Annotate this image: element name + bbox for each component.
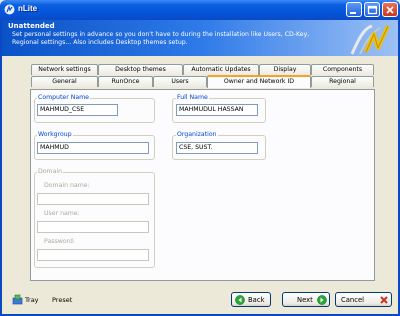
next-button[interactable]: Next <box>282 292 330 307</box>
user-name-input[interactable] <box>37 221 149 233</box>
window-title: nLite <box>18 4 38 13</box>
tab-components[interactable]: Components <box>311 64 374 75</box>
tab-desktop-themes[interactable]: Desktop themes <box>98 64 183 75</box>
full-name-input[interactable]: MAHMUDUL HASSAN <box>176 104 258 116</box>
nlite-icon <box>4 4 15 15</box>
maximize-button[interactable] <box>364 2 380 17</box>
back-button[interactable]: Back <box>231 292 271 307</box>
tab-network-settings[interactable]: Network settings <box>31 64 98 75</box>
organization-input[interactable]: CSE, SUST. <box>176 142 258 154</box>
tray-icon[interactable] <box>12 294 23 305</box>
tab-display[interactable]: Display <box>259 64 311 75</box>
cancel-label: Cancel <box>341 296 365 304</box>
tab-regional[interactable]: Regional <box>311 76 374 87</box>
title-bar[interactable]: nLite <box>0 0 400 20</box>
next-arrow-icon <box>317 295 327 305</box>
tab-runonce[interactable]: RunOnce <box>98 76 153 87</box>
tab-general[interactable]: General <box>31 76 98 87</box>
close-icon <box>386 6 394 14</box>
maximize-icon <box>367 5 377 15</box>
tab-owner-and-network-id[interactable]: Owner and Network ID <box>207 75 311 88</box>
tab-users[interactable]: Users <box>153 76 207 87</box>
full-name-label: Full Name <box>176 94 209 101</box>
header-title: Unattended <box>8 22 55 30</box>
minimize-button[interactable] <box>346 2 362 17</box>
computer-name-input[interactable]: MAHMUD_CSE <box>37 104 118 116</box>
password-input[interactable] <box>37 249 149 261</box>
back-label: Back <box>248 296 265 304</box>
preset-label[interactable]: Preset <box>52 296 72 304</box>
header-description: Set personal settings in advance so you … <box>12 31 310 46</box>
password-label: Password: <box>44 238 75 245</box>
workgroup-label: Workgroup <box>37 131 73 138</box>
workgroup-input[interactable]: MAHMUD <box>37 142 149 154</box>
cancel-x-icon <box>380 296 388 304</box>
wizard-header: Unattended Set personal settings in adva… <box>0 20 400 56</box>
tab-automatic-updates[interactable]: Automatic Updates <box>183 64 259 75</box>
next-label: Next <box>297 296 313 304</box>
back-arrow-icon <box>235 295 245 305</box>
domain-name-input[interactable] <box>37 193 149 205</box>
domain-label: Domain <box>37 168 64 175</box>
tray-label[interactable]: Tray <box>25 296 39 304</box>
cancel-button[interactable]: Cancel <box>335 292 392 307</box>
user-name-label: User name: <box>44 210 80 217</box>
close-button[interactable] <box>382 2 398 17</box>
organization-label: Organization <box>176 131 218 138</box>
minimize-icon <box>350 12 356 14</box>
computer-name-label: Computer Name <box>37 94 90 101</box>
domain-name-label: Domain name: <box>44 182 90 189</box>
nlite-logo-icon <box>350 24 390 55</box>
